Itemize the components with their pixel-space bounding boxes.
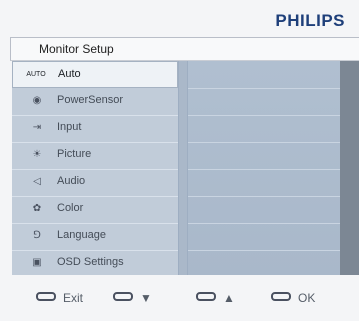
powersensor-icon: ◉ xyxy=(32,95,42,106)
menu-item-auto[interactable]: AUTO Auto xyxy=(12,61,178,88)
ok-button[interactable]: OK xyxy=(271,291,315,307)
audio-icon: ◁ xyxy=(33,176,41,187)
submenu-divider xyxy=(188,142,340,143)
menu-item-label: Auto xyxy=(58,68,81,80)
button-key-icon xyxy=(36,292,56,302)
input-icon: ⇥ xyxy=(32,122,42,133)
menu-item-label: PowerSensor xyxy=(57,94,124,106)
button-guide: Exit ▼ ▲ OK xyxy=(0,280,359,321)
menu-item-picture[interactable]: ☀ Picture xyxy=(12,142,178,169)
submenu-divider xyxy=(188,250,340,251)
osd-frame: PHILIPS Monitor Setup AUTO Auto ◉ PowerS… xyxy=(0,0,359,321)
down-arrow-icon: ▼ xyxy=(140,291,152,305)
color-icon: ✿ xyxy=(32,203,42,214)
submenu-divider xyxy=(188,88,340,89)
submenu-divider xyxy=(188,196,340,197)
button-key-icon xyxy=(271,292,291,302)
language-icon: ⅁ xyxy=(33,230,41,241)
auto-icon: AUTO xyxy=(26,71,46,78)
down-button[interactable]: ▼ xyxy=(113,291,152,307)
submenu-divider xyxy=(188,115,340,116)
button-key-icon xyxy=(113,292,133,302)
brand-logo: PHILIPS xyxy=(275,11,345,30)
submenu-panel xyxy=(188,61,340,275)
panel-edge xyxy=(340,61,359,275)
menu-item-audio[interactable]: ◁ Audio xyxy=(12,169,178,196)
menu-item-label: Color xyxy=(57,202,84,214)
picture-icon: ☀ xyxy=(32,149,42,160)
menu-item-label: Picture xyxy=(57,148,92,160)
menu-item-powersensor[interactable]: ◉ PowerSensor xyxy=(12,88,178,115)
menu-item-label: Input xyxy=(57,121,82,133)
menu-item-label: Audio xyxy=(57,175,86,187)
page-title: Monitor Setup xyxy=(39,42,114,56)
exit-button[interactable]: Exit xyxy=(36,291,83,307)
button-key-icon xyxy=(196,292,216,302)
up-button[interactable]: ▲ xyxy=(196,291,235,307)
submenu-divider xyxy=(188,223,340,224)
menu-item-language[interactable]: ⅁ Language xyxy=(12,223,178,250)
setup-header: Monitor Setup xyxy=(10,37,359,61)
menu-item-color[interactable]: ✿ Color xyxy=(12,196,178,223)
menu-item-label: OSD Settings xyxy=(57,256,124,268)
exit-label: Exit xyxy=(63,291,84,305)
osd-settings-icon: ▣ xyxy=(32,257,42,268)
submenu-divider xyxy=(188,169,340,170)
menu-item-label: Language xyxy=(57,229,106,241)
menu-item-input[interactable]: ⇥ Input xyxy=(12,115,178,142)
up-arrow-icon: ▲ xyxy=(223,291,235,305)
menu-item-osd-settings[interactable]: ▣ OSD Settings xyxy=(12,250,178,277)
menu-scrollbar[interactable] xyxy=(178,61,188,275)
ok-label: OK xyxy=(298,291,316,305)
